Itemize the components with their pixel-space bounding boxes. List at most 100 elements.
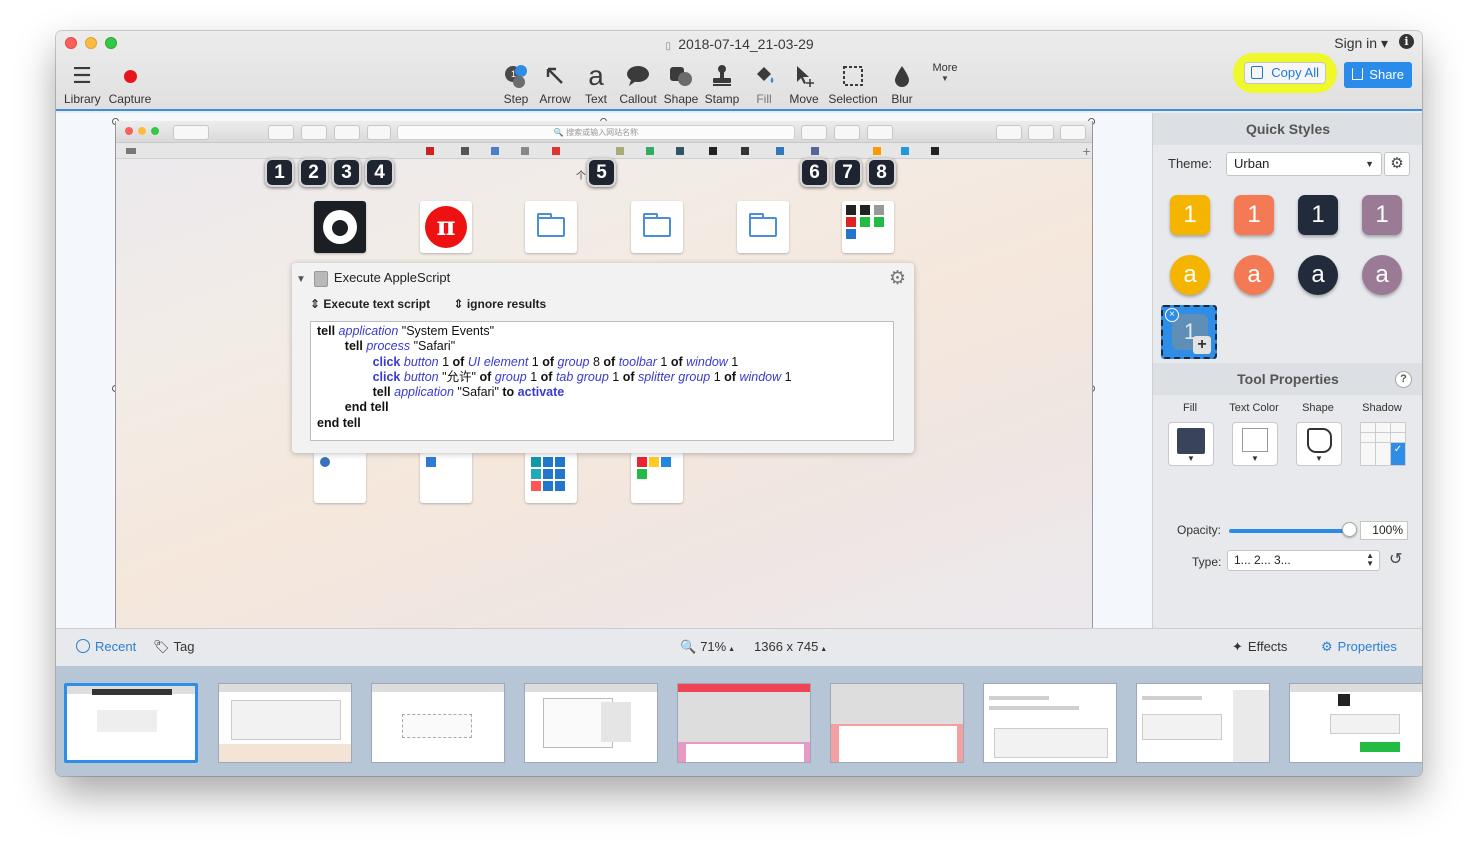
help-icon[interactable]: ? (1395, 371, 1412, 388)
step-badge[interactable]: 5 (587, 158, 616, 187)
quick-style-letter[interactable]: a (1170, 255, 1210, 295)
opacity-field[interactable]: 100% (1360, 521, 1408, 540)
thumbnail[interactable] (1289, 683, 1422, 763)
thumbnail[interactable] (371, 683, 505, 763)
bookmark-icons: + (126, 145, 1091, 158)
quick-style-number[interactable]: 1 (1234, 195, 1274, 235)
thumbnail[interactable] (524, 683, 658, 763)
hamburger-icon: ☰ (72, 63, 92, 88)
info-icon[interactable]: i (1399, 34, 1414, 49)
screenshot-image[interactable]: 🔍 搜索或输入网站名称 + 1 2 3 4 5 6 7 8 π ▼ Execut… (115, 121, 1093, 628)
code-token: application (394, 385, 454, 400)
tool-properties-header: Tool Properties (1153, 363, 1422, 395)
capture-button[interactable]: Capture (108, 61, 152, 106)
tool-arrow[interactable]: Arrow (537, 61, 573, 106)
tool-callout[interactable]: Callout (618, 61, 658, 106)
copy-all-button[interactable]: Copy All (1244, 62, 1326, 84)
tool-fill[interactable]: Fill (746, 61, 782, 106)
zoom-control[interactable]: 🔍 71% ▲ (680, 639, 735, 655)
step-icon: 1 (499, 61, 533, 91)
thumbnail[interactable] (218, 683, 352, 763)
effects-button[interactable]: ✦ Effects (1232, 639, 1287, 655)
step-badge[interactable]: 6 (800, 158, 829, 187)
thumbnail[interactable] (1136, 683, 1270, 763)
thumbnail[interactable] (677, 683, 811, 763)
library-button[interactable]: ☰ Library (64, 61, 101, 106)
step-badge[interactable]: 4 (365, 158, 394, 187)
arrow-label: Arrow (539, 92, 571, 106)
tool-properties-title: Tool Properties (1237, 371, 1339, 387)
code-token: button (403, 369, 439, 384)
more-label: More (932, 62, 958, 74)
quick-style-letter[interactable]: a (1362, 255, 1402, 295)
share-button[interactable]: Share (1344, 62, 1412, 88)
tool-text[interactable]: a Text (578, 60, 614, 106)
canvas-area[interactable]: 🔍 搜索或输入网站名称 + 1 2 3 4 5 6 7 8 π ▼ Execut… (56, 113, 1152, 628)
step-badge[interactable]: 3 (332, 158, 361, 187)
safari-extension-button (301, 125, 327, 140)
applescript-action-panel[interactable]: ▼ Execute AppleScript ⚙ ⇕ Execute text sc… (292, 263, 914, 453)
shape-well[interactable]: ▼ (1296, 422, 1342, 466)
tool-move[interactable]: Move (785, 61, 823, 106)
add-quick-style-button[interactable]: 1 × + (1161, 305, 1217, 359)
fill-color-well[interactable]: ▼ (1168, 422, 1214, 466)
bookmark-tile (314, 451, 366, 503)
opacity-slider-knob[interactable] (1342, 522, 1357, 537)
recent-label: Recent (95, 639, 137, 654)
tag-label: Tag (173, 639, 195, 654)
tool-step[interactable]: 1 Step (499, 61, 533, 106)
fill-property-label: Fill (1182, 402, 1198, 414)
step-badge[interactable]: 2 (299, 158, 328, 187)
code-token: 1 (608, 369, 623, 384)
tool-selection[interactable]: Selection (826, 61, 880, 106)
tool-shape[interactable]: Shape (661, 61, 701, 106)
quick-style-letter[interactable]: a (1234, 255, 1274, 295)
script-icon (313, 270, 328, 287)
text-color-label: Text Color (1229, 402, 1279, 414)
thumbnail[interactable] (830, 683, 964, 763)
text-color-well[interactable]: ▼ (1232, 422, 1278, 466)
opacity-slider[interactable] (1229, 529, 1349, 533)
tag-button[interactable]: 🏷 Tag (153, 639, 194, 655)
properties-button[interactable]: ⚙ Properties (1321, 639, 1397, 655)
code-token: tell (344, 339, 363, 354)
step-badge[interactable]: 7 (833, 158, 862, 187)
thumbnail[interactable] (64, 683, 198, 763)
code-token: 1 (781, 369, 792, 384)
safari-extension-button (867, 125, 893, 140)
step-badge[interactable]: 1 (265, 158, 294, 187)
type-select[interactable]: 1... 2... 3... ▲ ▼ (1227, 550, 1380, 571)
gear-icon: ⚙ (1321, 639, 1333, 654)
pi-icon: π (425, 206, 467, 248)
effects-label: Effects (1247, 639, 1288, 654)
quick-style-number[interactable]: 1 (1362, 195, 1402, 235)
quick-style-letter[interactable]: a (1298, 255, 1338, 295)
step-badge[interactable]: 8 (867, 158, 896, 187)
more-button[interactable]: More ▼ (926, 62, 964, 83)
window-title: ▯ 2018-07-14_21-03-29 (56, 36, 1422, 52)
pi-tile: π (420, 201, 472, 253)
code-token: window (739, 369, 782, 384)
remove-icon[interactable]: × (1165, 308, 1179, 322)
gear-icon[interactable]: ⚙ (889, 267, 906, 290)
quick-style-number[interactable]: 1 (1170, 195, 1210, 235)
thumbnail[interactable] (983, 683, 1117, 763)
recent-button[interactable]: Recent (76, 639, 136, 654)
app-grid-icon (637, 457, 671, 479)
results-select[interactable]: ⇕ ignore results (453, 297, 556, 311)
tool-blur[interactable]: Blur (884, 61, 920, 106)
script-editor[interactable]: tell application "System Events" tell pr… (310, 321, 894, 441)
sign-in-button[interactable]: Sign in ▾ (1334, 35, 1388, 52)
plus-icon[interactable]: + (1193, 336, 1211, 354)
theme-select[interactable]: Urban ▼ (1226, 152, 1382, 176)
reset-icon[interactable]: ↺ (1389, 549, 1402, 569)
code-token: click (372, 369, 401, 384)
script-type-select[interactable]: ⇕ Execute text script (310, 297, 440, 311)
image-size-control[interactable]: 1366 x 745 ▲ (754, 639, 827, 654)
tool-stamp[interactable]: Stamp (702, 61, 742, 106)
disclosure-triangle-icon[interactable]: ▼ (296, 274, 306, 285)
share-icon (1352, 68, 1363, 80)
shadow-grid[interactable]: ✓ (1360, 422, 1406, 466)
quick-style-number[interactable]: 1 (1298, 195, 1338, 235)
theme-gear-icon[interactable]: ⚙ (1384, 152, 1410, 176)
